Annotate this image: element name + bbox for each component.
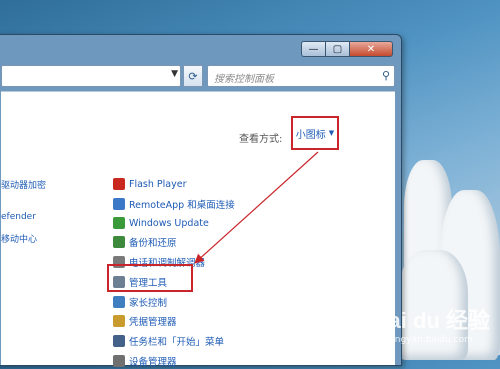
device-manager-icon: [113, 355, 125, 367]
annotation-arrow: [194, 151, 319, 264]
item-device-manager[interactable]: 设备管理器: [113, 353, 177, 369]
watermark-url: jingyan.baidu.com: [389, 335, 473, 345]
item-label: 设备管理器: [129, 357, 177, 368]
watermark-logo: Bai du 经验: [372, 308, 490, 333]
watermark: Bai du 经验 jingyan.baidu.com: [373, 303, 490, 345]
